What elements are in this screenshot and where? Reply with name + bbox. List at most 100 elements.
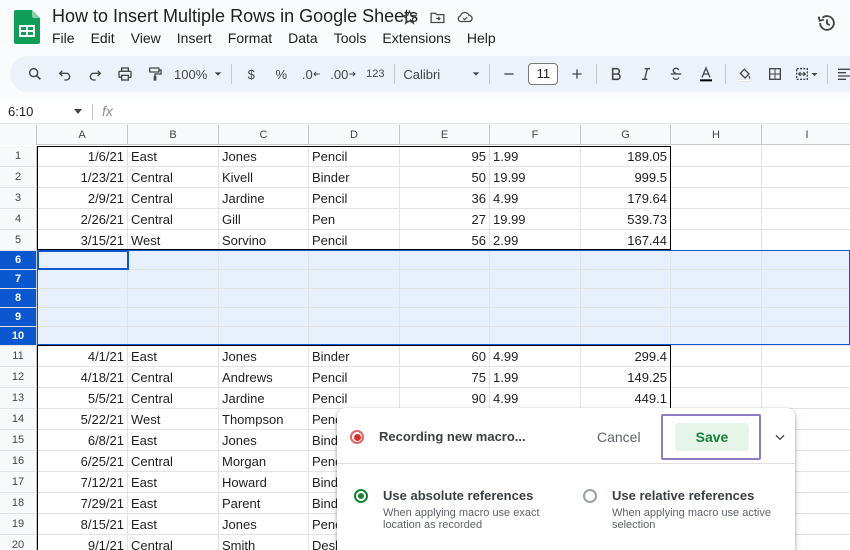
font-size-input[interactable]: 11 bbox=[528, 63, 559, 85]
row-header[interactable]: 10 bbox=[0, 327, 37, 345]
cell-f[interactable]: 1.99 bbox=[490, 146, 581, 166]
cell-g[interactable] bbox=[581, 308, 671, 326]
cell-e[interactable] bbox=[400, 327, 490, 345]
row-header[interactable]: 15 bbox=[0, 430, 37, 450]
menu-help[interactable]: Help bbox=[467, 30, 504, 46]
italic-icon[interactable] bbox=[635, 61, 657, 87]
version-history-icon[interactable] bbox=[816, 12, 838, 34]
cell-i[interactable] bbox=[762, 270, 850, 288]
row-header[interactable]: 7 bbox=[0, 270, 37, 288]
cell-i[interactable] bbox=[762, 308, 850, 326]
cell-e[interactable] bbox=[400, 308, 490, 326]
increase-font-size-icon[interactable] bbox=[566, 61, 588, 87]
table-row[interactable]: 3 2/9/21 Central Jardine Pencil 36 4.99 179.64 bbox=[0, 188, 850, 209]
cell-c[interactable]: Jones bbox=[219, 514, 309, 534]
cell-i[interactable] bbox=[762, 367, 850, 387]
cell-f[interactable]: 1.99 bbox=[490, 367, 581, 387]
cell-c[interactable]: Kivell bbox=[219, 167, 309, 187]
menu-insert[interactable]: Insert bbox=[177, 30, 220, 46]
cell-h[interactable] bbox=[671, 289, 762, 307]
cell-b[interactable]: West bbox=[128, 409, 219, 429]
cell-f[interactable] bbox=[490, 327, 581, 345]
cell-c[interactable]: Jardine bbox=[219, 188, 309, 208]
cell-g[interactable]: 449.1 bbox=[581, 388, 671, 408]
cell-i[interactable] bbox=[762, 209, 850, 229]
cell-a[interactable] bbox=[37, 327, 128, 345]
cell-b[interactable]: Central bbox=[128, 451, 219, 471]
cell-i[interactable] bbox=[762, 346, 850, 366]
cell-b[interactable]: West bbox=[128, 230, 219, 250]
cell-a[interactable]: 9/1/21 bbox=[37, 535, 128, 550]
cell-i[interactable] bbox=[762, 167, 850, 187]
cell-a[interactable]: 3/15/21 bbox=[37, 230, 128, 250]
decrease-font-size-icon[interactable] bbox=[498, 61, 520, 87]
cell-h[interactable] bbox=[671, 230, 762, 250]
cell-d[interactable]: Pencil bbox=[309, 188, 400, 208]
cell-d[interactable] bbox=[309, 251, 400, 269]
cell-f[interactable]: 4.99 bbox=[490, 188, 581, 208]
cell-f[interactable] bbox=[490, 251, 581, 269]
cell-h[interactable] bbox=[671, 209, 762, 229]
cancel-button[interactable]: Cancel bbox=[587, 424, 651, 450]
cell-h[interactable] bbox=[671, 167, 762, 187]
cell-c[interactable] bbox=[219, 270, 309, 288]
sheets-logo-icon[interactable] bbox=[14, 10, 40, 44]
cell-a[interactable]: 5/22/21 bbox=[37, 409, 128, 429]
column-header-d[interactable]: D bbox=[309, 125, 400, 145]
cell-a[interactable]: 6/8/21 bbox=[37, 430, 128, 450]
cell-h[interactable] bbox=[671, 146, 762, 166]
cell-a[interactable]: 5/5/21 bbox=[37, 388, 128, 408]
row-header[interactable]: 5 bbox=[0, 230, 37, 250]
cell-a[interactable]: 1/23/21 bbox=[37, 167, 128, 187]
merge-cells-icon[interactable] bbox=[794, 61, 819, 87]
row-header[interactable]: 4 bbox=[0, 209, 37, 229]
cell-c[interactable]: Jones bbox=[219, 430, 309, 450]
cell-g[interactable]: 149.25 bbox=[581, 367, 671, 387]
cell-i[interactable] bbox=[762, 230, 850, 250]
cell-a[interactable] bbox=[37, 289, 128, 307]
cell-c[interactable]: Thompson bbox=[219, 409, 309, 429]
cell-b[interactable]: Central bbox=[128, 188, 219, 208]
cell-f[interactable]: 19.99 bbox=[490, 167, 581, 187]
cell-a[interactable] bbox=[37, 251, 128, 269]
cell-h[interactable] bbox=[671, 327, 762, 345]
table-row[interactable]: 1 1/6/21 East Jones Pencil 95 1.99 189.05 bbox=[0, 146, 850, 167]
cell-e[interactable]: 56 bbox=[400, 230, 490, 250]
select-all-corner[interactable] bbox=[0, 125, 37, 145]
row-header[interactable]: 17 bbox=[0, 472, 37, 492]
cell-g[interactable]: 189.05 bbox=[581, 146, 671, 166]
selected-row[interactable]: 8 bbox=[0, 289, 850, 308]
cell-a[interactable]: 7/29/21 bbox=[37, 493, 128, 513]
cell-a[interactable]: 1/6/21 bbox=[37, 146, 128, 166]
cell-f[interactable]: 2.99 bbox=[490, 230, 581, 250]
cell-d[interactable] bbox=[309, 327, 400, 345]
row-header[interactable]: 2 bbox=[0, 167, 37, 187]
cell-b[interactable] bbox=[128, 308, 219, 326]
cell-h[interactable] bbox=[671, 388, 762, 408]
row-header[interactable]: 18 bbox=[0, 493, 37, 513]
cell-b[interactable]: Central bbox=[128, 388, 219, 408]
cell-g[interactable]: 539.73 bbox=[581, 209, 671, 229]
column-header-c[interactable]: C bbox=[219, 125, 309, 145]
column-header-i[interactable]: I bbox=[762, 125, 850, 145]
cell-d[interactable]: Pencil bbox=[309, 146, 400, 166]
cell-h[interactable] bbox=[671, 251, 762, 269]
cell-i[interactable] bbox=[762, 188, 850, 208]
document-title[interactable]: How to Insert Multiple Rows in Google Sh… bbox=[52, 6, 418, 27]
cell-b[interactable] bbox=[128, 251, 219, 269]
row-header[interactable]: 11 bbox=[0, 346, 37, 366]
cell-e[interactable]: 60 bbox=[400, 346, 490, 366]
cell-b[interactable]: East bbox=[128, 146, 219, 166]
selected-row[interactable]: 9 bbox=[0, 308, 850, 327]
cell-f[interactable] bbox=[490, 289, 581, 307]
row-header[interactable]: 6 bbox=[0, 251, 37, 269]
table-row[interactable]: 2 1/23/21 Central Kivell Binder 50 19.99 999.5 bbox=[0, 167, 850, 188]
row-header[interactable]: 12 bbox=[0, 367, 37, 387]
table-row[interactable]: 11 4/1/21 East Jones Binder 60 4.99 299.4 bbox=[0, 346, 850, 367]
cell-h[interactable] bbox=[671, 308, 762, 326]
cell-d[interactable] bbox=[309, 289, 400, 307]
row-header[interactable]: 13 bbox=[0, 388, 37, 408]
selected-row[interactable]: 7 bbox=[0, 270, 850, 289]
cell-c[interactable]: Howard bbox=[219, 472, 309, 492]
cell-i[interactable] bbox=[762, 251, 850, 269]
